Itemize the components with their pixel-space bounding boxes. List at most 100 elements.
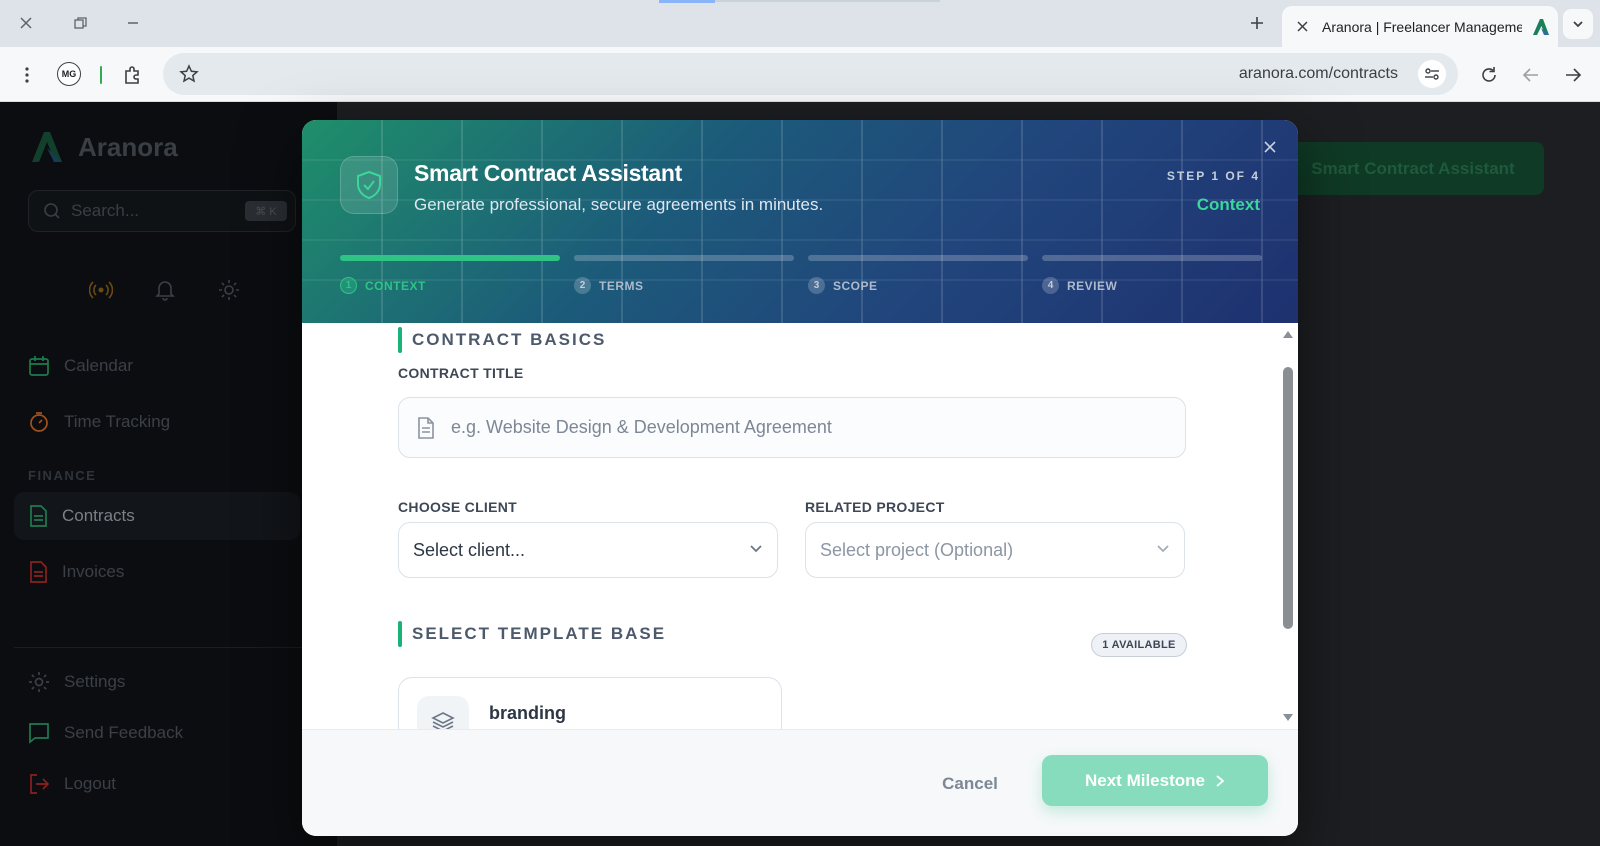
step-label: SCOPE xyxy=(833,278,878,293)
contract-title-input[interactable]: e.g. Website Design & Development Agreem… xyxy=(398,397,1186,458)
shield-check-badge xyxy=(340,156,398,214)
modal-close-icon[interactable] xyxy=(1264,140,1276,158)
sidebar-item-label: Invoices xyxy=(62,562,125,581)
forward-arrow-icon[interactable] xyxy=(1559,61,1587,89)
step-counter: STEP 1 OF 4 xyxy=(1166,169,1260,183)
step-number: 2 xyxy=(574,277,591,294)
sidebar-item-logout[interactable]: Logout xyxy=(14,760,300,808)
sidebar-item-time-tracking[interactable]: Time Tracking xyxy=(14,398,300,446)
template-count-badge: 1 AVAILABLE xyxy=(1091,633,1187,657)
shield-check-icon xyxy=(357,170,381,200)
window-close-icon[interactable] xyxy=(13,10,39,36)
chevron-down-icon xyxy=(1157,545,1169,553)
tab-title: Aranora | Freelancer Management xyxy=(1322,18,1522,35)
wizard-step-scope[interactable]: 3 SCOPE xyxy=(808,277,878,294)
next-milestone-button[interactable]: Next Milestone xyxy=(1042,755,1268,806)
progress-bar-step-3 xyxy=(808,255,1028,261)
reload-icon[interactable] xyxy=(1475,61,1503,89)
wizard-step-context[interactable]: 1 CONTEXT xyxy=(340,277,426,294)
sidebar-item-label: Send Feedback xyxy=(64,723,184,742)
section-title: SELECT TEMPLATE BASE xyxy=(412,624,667,643)
progress-bar-step-2 xyxy=(574,255,794,261)
section-contract-basics: CONTRACT BASICS xyxy=(398,327,606,353)
profile-avatar[interactable]: MG xyxy=(57,62,81,86)
contract-title-label: CONTRACT TITLE xyxy=(398,365,524,381)
sidebar-quick-actions xyxy=(88,277,242,303)
browser-tab-active[interactable]: Aranora | Freelancer Management xyxy=(1282,6,1558,47)
smart-contract-assistant-button[interactable]: Smart Contract Assistant xyxy=(1282,142,1544,195)
client-select[interactable]: Select client... xyxy=(398,522,778,578)
modal-title: Smart Contract Assistant xyxy=(414,160,683,186)
sidebar-item-calendar[interactable]: Calendar xyxy=(14,342,300,390)
sidebar-item-contracts[interactable]: Contracts xyxy=(14,492,300,540)
sidebar-item-send-feedback[interactable]: Send Feedback xyxy=(14,709,300,757)
bell-icon[interactable] xyxy=(152,277,178,303)
cancel-button[interactable]: Cancel xyxy=(915,763,1025,805)
scroll-down-arrow-icon[interactable] xyxy=(1283,714,1293,721)
sidebar-divider xyxy=(14,647,314,648)
section-template-base: SELECT TEMPLATE BASE xyxy=(398,621,666,647)
sun-icon[interactable] xyxy=(216,277,242,303)
tab-strip-track xyxy=(715,0,940,2)
tab-close-icon[interactable] xyxy=(1288,19,1316,35)
next-milestone-label: Next Milestone xyxy=(1085,770,1205,790)
modal-body[interactable]: CONTRACT BASICS CONTRACT TITLE e.g. Webs… xyxy=(302,323,1298,729)
sidebar: Aranora Search... ⌘ K Calendar Time Trac… xyxy=(0,102,337,846)
site-settings-icon[interactable] xyxy=(1418,60,1446,88)
chevron-right-icon xyxy=(1216,774,1225,787)
wizard-step-terms[interactable]: 2 TERMS xyxy=(574,277,644,294)
template-name: branding xyxy=(489,703,566,723)
new-tab-button[interactable] xyxy=(1244,10,1270,36)
sidebar-search[interactable]: Search... ⌘ K xyxy=(28,190,296,232)
sidebar-item-label: Time Tracking xyxy=(64,412,171,431)
window-restore-icon[interactable] xyxy=(67,10,93,36)
scrollbar-thumb[interactable] xyxy=(1283,367,1293,629)
toolbar-divider xyxy=(100,66,102,84)
sidebar-section-finance: FINANCE xyxy=(28,468,97,483)
chevron-down-icon xyxy=(750,545,762,553)
client-select-value: Select client... xyxy=(413,539,526,560)
progress-bar-step-1 xyxy=(340,255,560,261)
step-label: CONTEXT xyxy=(365,278,426,293)
message-icon xyxy=(29,723,49,744)
current-step-name: Context xyxy=(1196,195,1260,214)
wizard-step-review[interactable]: 4 REVIEW xyxy=(1042,277,1117,294)
logout-icon xyxy=(30,774,50,794)
section-accent xyxy=(398,327,402,353)
broadcast-icon[interactable] xyxy=(88,277,114,303)
step-label: REVIEW xyxy=(1067,278,1118,293)
bookmark-star-icon[interactable] xyxy=(179,64,199,89)
back-arrow-icon[interactable] xyxy=(1517,61,1545,89)
project-select[interactable]: Select project (Optional) xyxy=(805,522,1185,578)
sidebar-item-settings[interactable]: Settings xyxy=(14,658,300,706)
smart-contract-modal: Smart Contract Assistant Generate profes… xyxy=(302,120,1298,836)
scroll-up-arrow-icon[interactable] xyxy=(1283,331,1293,338)
modal-scrollbar[interactable] xyxy=(1282,329,1294,723)
tab-search-button[interactable] xyxy=(1563,9,1593,39)
choose-client-label: CHOOSE CLIENT xyxy=(398,499,518,515)
window-minimize-icon[interactable] xyxy=(120,10,146,36)
section-title: CONTRACT BASICS xyxy=(412,330,607,349)
header-grid-pattern xyxy=(302,120,1298,323)
aranora-logo-icon xyxy=(32,132,62,162)
browser-menu-icon[interactable] xyxy=(13,61,41,89)
step-number: 1 xyxy=(340,277,357,294)
brand-logo[interactable]: Aranora xyxy=(28,128,178,166)
sidebar-item-label: Calendar xyxy=(64,356,133,375)
template-card-branding[interactable]: branding xyxy=(398,677,782,729)
project-select-value: Select project (Optional) xyxy=(820,539,1014,560)
progress-bar-step-4 xyxy=(1042,255,1262,261)
step-number: 3 xyxy=(808,277,825,294)
address-bar[interactable]: aranora.com/contracts xyxy=(163,53,1458,95)
sidebar-item-invoices[interactable]: Invoices xyxy=(14,548,300,596)
url-text: aranora.com/contracts xyxy=(1238,65,1398,82)
section-accent xyxy=(398,621,402,647)
browser-tabbar: Aranora | Freelancer Management xyxy=(0,0,1600,47)
gear-icon xyxy=(29,672,49,692)
extensions-icon[interactable] xyxy=(118,61,146,89)
brand-name: Aranora xyxy=(78,131,178,162)
document-icon xyxy=(418,416,434,439)
search-icon xyxy=(44,203,60,219)
sidebar-item-label: Logout xyxy=(64,774,116,793)
related-project-label: RELATED PROJECT xyxy=(805,499,945,515)
